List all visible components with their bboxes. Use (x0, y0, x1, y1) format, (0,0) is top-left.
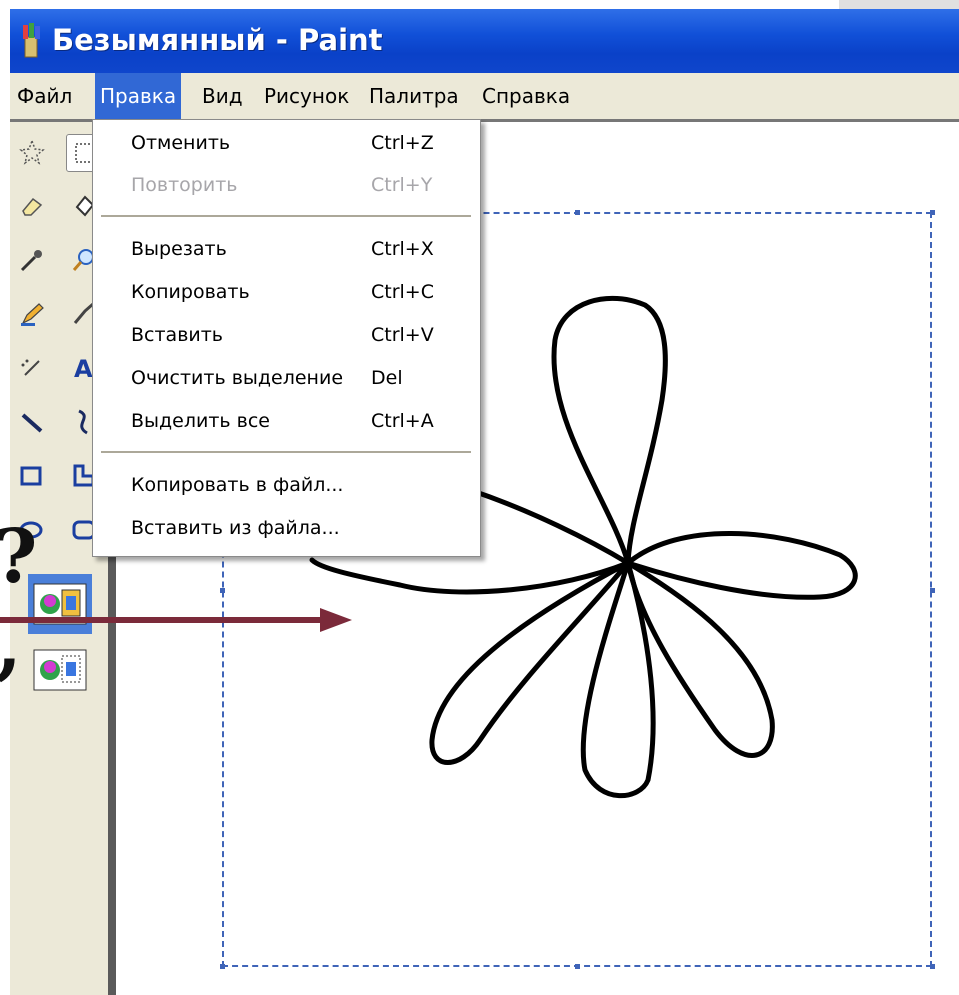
menu-separator (101, 451, 471, 453)
transparent-paste-option[interactable] (28, 640, 92, 700)
selection-handle-bottom-left[interactable] (220, 964, 225, 969)
title-bar[interactable]: Безымянный - Paint (10, 9, 959, 73)
menu-item-select-all[interactable]: Выделить все Ctrl+A (93, 402, 480, 442)
svg-text:A: A (74, 355, 93, 381)
paint-app-icon (23, 23, 40, 58)
menu-item-copy-to-file[interactable]: Копировать в файл... (93, 466, 480, 506)
rectangle-icon[interactable] (14, 458, 50, 494)
menu-item-clear-selection[interactable]: Очистить выделение Del (93, 359, 480, 399)
line-icon[interactable] (14, 404, 50, 440)
menu-item-copy[interactable]: Копировать Ctrl+C (93, 273, 480, 313)
airbrush-icon[interactable] (14, 350, 50, 386)
menu-item-paste-from-file[interactable]: Вставить из файла... (93, 509, 480, 549)
pencil-icon[interactable] (14, 296, 50, 332)
menu-item-paste[interactable]: Вставить Ctrl+V (93, 316, 480, 356)
menu-edit[interactable]: Правка (95, 73, 182, 119)
menu-file[interactable]: Файл (12, 73, 77, 119)
picker-icon[interactable] (14, 242, 50, 278)
menu-item-undo[interactable]: Отменить Ctrl+Z (93, 124, 480, 164)
selection-handle-top[interactable] (575, 210, 580, 215)
transparent-paste-icon (33, 649, 87, 691)
menu-separator (101, 215, 471, 217)
selection-handle-left[interactable] (220, 588, 225, 593)
selection-handle-right[interactable] (930, 588, 935, 593)
menu-palette[interactable]: Палитра (364, 73, 464, 119)
window-title: Безымянный - Paint (52, 23, 383, 57)
menu-item-cut[interactable]: Вырезать Ctrl+X (93, 230, 480, 270)
menu-image[interactable]: Рисунок (259, 73, 354, 119)
menu-item-redo: Повторить Ctrl+Y (131, 174, 433, 196)
selection-handle-bottom-right[interactable] (930, 964, 935, 969)
slide-question-mark: ? (0, 520, 37, 594)
menu-bar: Файл Правка Вид Рисунок Палитра Справка (10, 73, 959, 119)
selection-handle-top-right[interactable] (930, 210, 935, 215)
edit-menu-dropdown: Отменить Ctrl+Z Повторить Ctrl+Y Вырезат… (92, 119, 481, 557)
menu-view[interactable]: Вид (197, 73, 248, 119)
eraser-icon[interactable] (14, 188, 50, 224)
pointer-arrow (0, 608, 352, 632)
selection-handle-bottom[interactable] (575, 964, 580, 969)
menu-help[interactable]: Справка (477, 73, 575, 119)
free-select-icon[interactable] (14, 134, 50, 170)
